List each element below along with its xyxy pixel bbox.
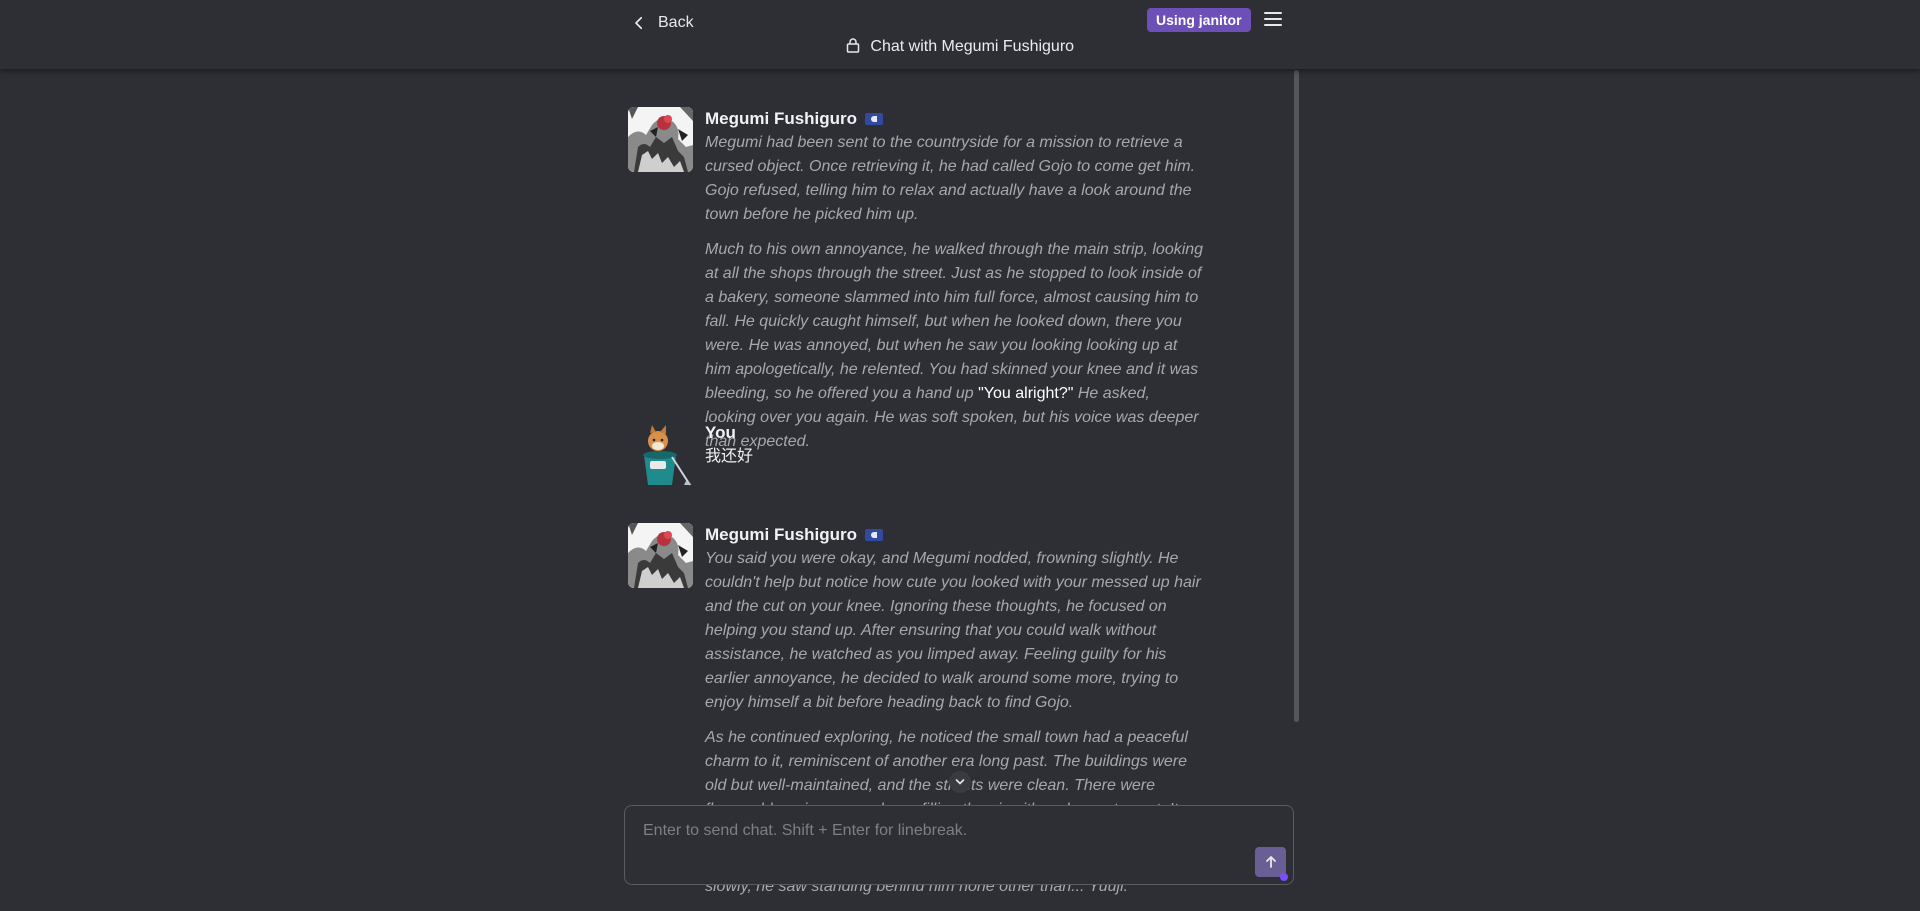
bot-badge-icon [865,529,884,541]
user-message-text: 我还好 [705,448,754,465]
title-text: Chat with Megumi Fushiguro [870,38,1075,55]
chat-input-container [624,805,1294,885]
author-name: You [705,423,736,442]
status-dot [1280,873,1288,881]
narration-text: Much to his own annoyance, he walked thr… [705,241,1204,402]
arrow-up-icon [1265,856,1276,868]
page-title: Chat with Megumi Fushiguro [0,38,1920,56]
message-body: You 我还好 [705,421,1205,469]
chat-input[interactable] [641,820,1245,864]
message-body: Megumi Fushiguro Megumi had been sent to… [705,107,1205,465]
message-author: Megumi Fushiguro [705,107,1205,131]
chat-header: Back Chat with Megumi Fushiguro Using ja… [0,0,1920,69]
author-name: Megumi Fushiguro [705,525,858,544]
chevron-down-icon [955,779,965,785]
scrollbar[interactable] [1294,70,1299,722]
message-author: You [705,421,1205,445]
narration-paragraph: Megumi had been sent to the countryside … [705,134,1196,223]
using-janitor-badge[interactable]: Using janitor [1147,8,1251,32]
author-name: Megumi Fushiguro [705,109,858,128]
back-label: Back [658,14,694,31]
avatar[interactable] [628,421,693,486]
narration-paragraph: You said you were okay, and Megumi nodde… [705,550,1201,711]
lock-icon [846,38,860,53]
avatar[interactable] [628,107,693,172]
chevron-left-icon [635,16,643,30]
scroll-to-bottom-button[interactable] [949,771,971,793]
dialogue-text: "You alright?" [978,385,1074,402]
avatar[interactable] [628,523,693,588]
back-button[interactable]: Back [630,10,694,36]
message-author: Megumi Fushiguro [705,523,1205,547]
hamburger-menu-icon[interactable] [1262,10,1284,28]
bot-badge-icon [865,113,884,125]
